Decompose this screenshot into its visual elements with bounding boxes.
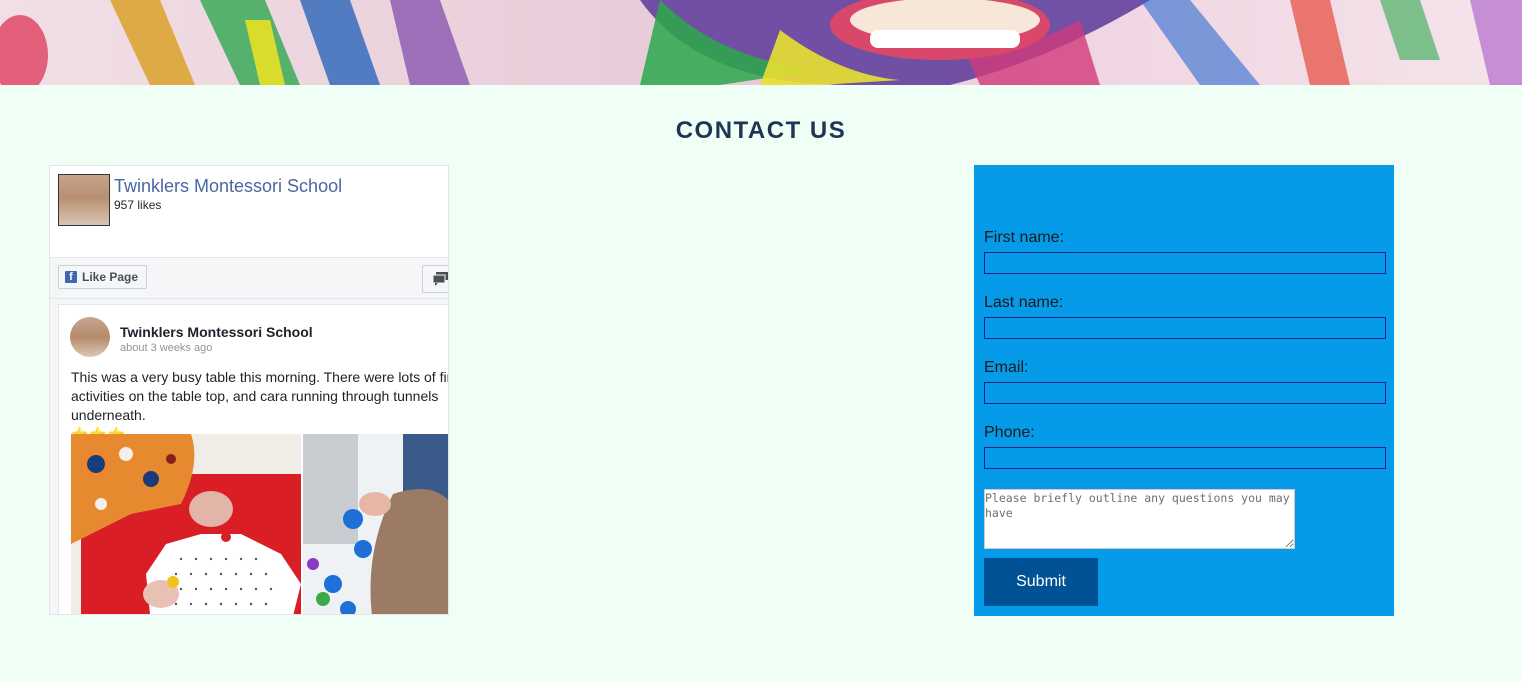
- message-button[interactable]: [422, 265, 448, 293]
- submit-button[interactable]: Submit: [984, 558, 1098, 606]
- facebook-icon: f: [65, 271, 77, 283]
- facebook-page-header: Twinklers Montessori School 957 likes: [50, 166, 448, 257]
- message-icon: [433, 272, 448, 286]
- post-author-name[interactable]: Twinklers Montessori School: [120, 324, 313, 340]
- facebook-feed[interactable]: Twinklers Montessori School about 3 week…: [50, 299, 449, 614]
- questions-textarea[interactable]: [984, 489, 1295, 549]
- first-name-label: First name:: [984, 229, 1065, 246]
- like-page-button[interactable]: f Like Page: [58, 265, 148, 289]
- post-text: This was a very busy table this morning.…: [71, 368, 449, 444]
- last-name-label: Last name:: [984, 294, 1064, 311]
- facebook-page-avatar[interactable]: [58, 174, 110, 226]
- facebook-page-widget: Twinklers Montessori School 957 likes f …: [49, 165, 449, 615]
- facebook-page-name-link[interactable]: Twinklers Montessori School: [114, 176, 342, 197]
- contact-form: First name: Last name: Email: Phone: Sub…: [974, 165, 1394, 616]
- post-text-line: activities on the table top, and cara ru…: [71, 388, 439, 404]
- like-page-label: Like Page: [82, 270, 139, 284]
- post-author-avatar[interactable]: [70, 317, 110, 357]
- phone-input[interactable]: [984, 447, 1386, 469]
- last-name-input[interactable]: [984, 317, 1386, 339]
- post-text-line-end: underneath.: [71, 407, 146, 423]
- section-title: CONTACT US: [675, 117, 847, 144]
- post-text-line: This was a very busy table this morning.…: [71, 369, 449, 385]
- post-photo-pegboard[interactable]: [71, 434, 301, 614]
- facebook-likes-count: 957 likes: [114, 198, 162, 212]
- email-input[interactable]: [984, 382, 1386, 404]
- post-timestamp[interactable]: about 3 weeks ago: [120, 342, 212, 354]
- first-name-input[interactable]: [984, 252, 1386, 274]
- facebook-action-bar: f Like Page: [50, 257, 448, 299]
- hero-banner-image: [0, 0, 1522, 85]
- email-label: Email:: [984, 359, 1029, 376]
- facebook-post: Twinklers Montessori School about 3 week…: [58, 304, 449, 614]
- post-photo-suction-toys[interactable]: [303, 434, 448, 614]
- phone-label: Phone:: [984, 424, 1035, 441]
